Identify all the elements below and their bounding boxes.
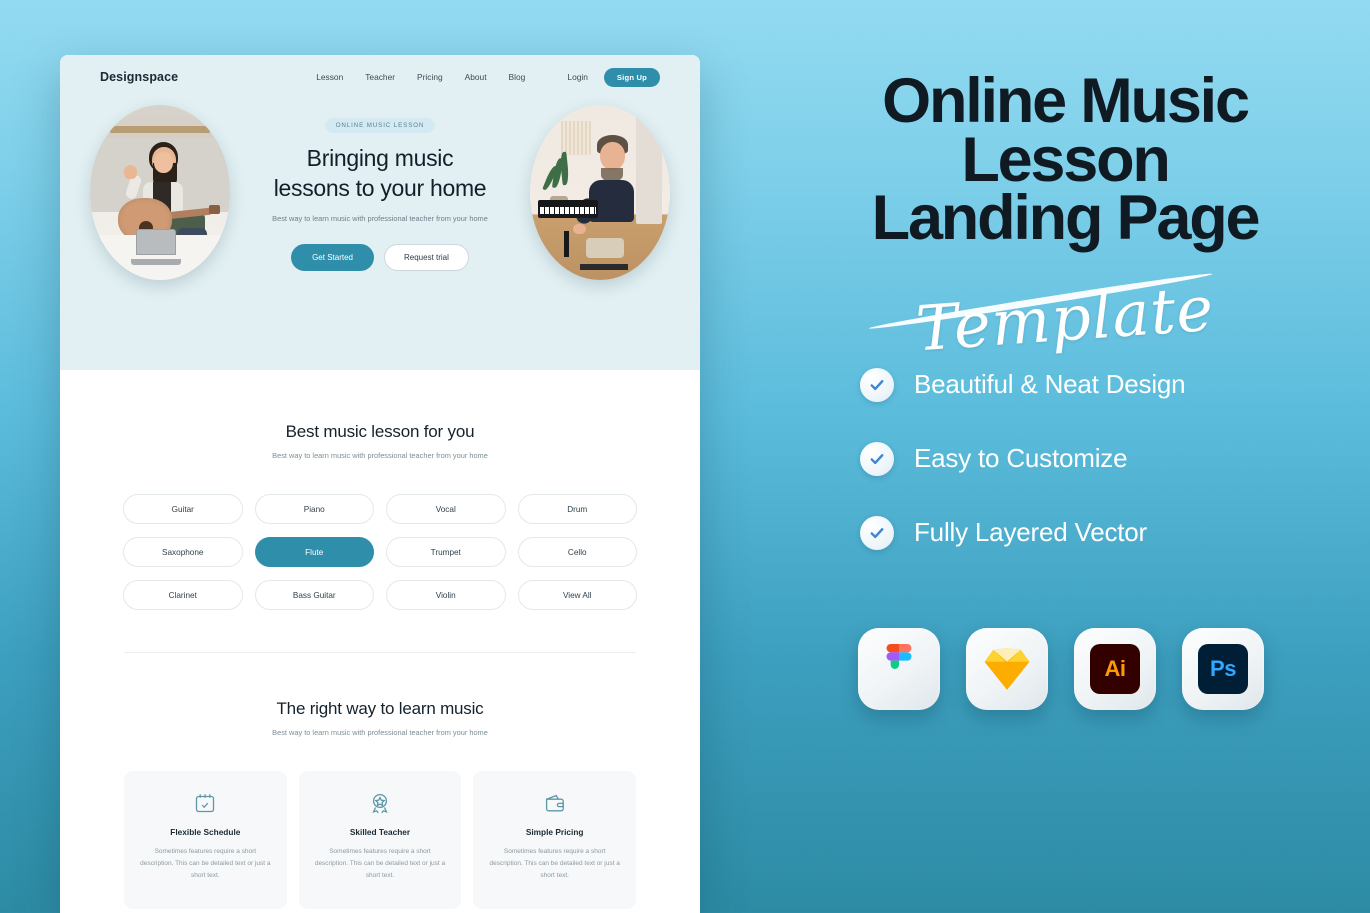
lesson-pill-vocal[interactable]: Vocal <box>386 494 506 524</box>
feature-card-skilled-teacher: Skilled Teacher Sometimes features requi… <box>298 771 462 909</box>
check-icon <box>860 515 894 550</box>
site-logo[interactable]: Designspace <box>100 70 178 84</box>
lesson-pill-clarinet[interactable]: Clarinet <box>123 580 243 610</box>
lesson-pill-view-all[interactable]: View All <box>517 580 637 610</box>
hero-subtitle: Best way to learn music with professiona… <box>272 213 488 223</box>
hero-title-line-1: Bringing music <box>306 145 454 172</box>
promo-panel: Online Music Lesson Landing Page Templat… <box>760 0 1370 913</box>
browser-mockup: Designspace Lesson Teacher Pricing About… <box>60 55 700 913</box>
hero-copy: ONLINE MUSIC LESSON Bringing music lesso… <box>246 114 514 271</box>
photoshop-label: Ps <box>1198 643 1248 694</box>
lesson-pill-guitar[interactable]: Guitar <box>123 494 243 524</box>
feature-card-desc: Sometimes features require a short descr… <box>489 848 620 880</box>
hero-title: Bringing music lessons to your home <box>246 144 514 203</box>
lesson-pill-flute[interactable]: Flute <box>254 537 374 567</box>
feature-card-title: Flexible Schedule <box>170 827 241 837</box>
check-icon <box>860 367 894 402</box>
navbar-actions: Login Sign Up <box>567 67 660 87</box>
wallet-icon <box>543 791 567 815</box>
hero-buttons: Get Started Request trial <box>246 243 514 271</box>
nav-item-lesson[interactable]: Lesson <box>316 72 343 82</box>
hero-content: ONLINE MUSIC LESSON Bringing music lesso… <box>60 105 700 280</box>
promo-bullet-list: Beautiful & Neat Design Easy to Customiz… <box>760 367 1370 550</box>
lesson-pill-drum[interactable]: Drum <box>517 494 637 524</box>
lesson-pill-grid: Guitar Piano Vocal Drum Saxophone Flute … <box>100 494 660 610</box>
sketch-icon <box>966 627 1048 710</box>
promo-bullet-label: Easy to Customize <box>914 443 1128 474</box>
promo-bullet-label: Beautiful & Neat Design <box>914 369 1186 400</box>
feature-card-title: Simple Pricing <box>525 827 584 837</box>
figma-icon <box>858 627 940 710</box>
feature-card-title: Skilled Teacher <box>349 827 411 837</box>
signup-button[interactable]: Sign Up <box>603 67 660 87</box>
lesson-pill-piano[interactable]: Piano <box>254 494 374 524</box>
illustrator-icon: Ai <box>1074 627 1156 710</box>
promo-script-word: Template <box>758 261 1370 376</box>
get-started-button[interactable]: Get Started <box>291 243 374 271</box>
promo-title-line-2: Lesson <box>961 124 1171 195</box>
app-icon-list: Ai Ps <box>760 627 1370 710</box>
feature-card-simple-pricing: Simple Pricing Sometimes features requir… <box>473 771 636 909</box>
promo-bullet-beautiful-neat-design: Beautiful & Neat Design <box>860 367 1370 402</box>
promo-bullet-label: Fully Layered Vector <box>914 517 1148 548</box>
features-subtitle: Best way to learn music with professiona… <box>272 728 488 737</box>
navbar: Designspace Lesson Teacher Pricing About… <box>60 55 700 99</box>
nav-links: Lesson Teacher Pricing About Blog <box>316 72 525 82</box>
lesson-pill-violin[interactable]: Violin <box>386 580 506 610</box>
hero-image-piano-teacher <box>530 105 670 280</box>
lessons-title: Best music lesson for you <box>285 422 475 441</box>
hero-title-line-2: lessons to your home <box>273 174 487 201</box>
lesson-pill-saxophone[interactable]: Saxophone <box>123 537 243 567</box>
request-trial-button[interactable]: Request trial <box>384 243 469 271</box>
login-link[interactable]: Login <box>567 72 588 82</box>
promo-bullet-easy-to-customize: Easy to Customize <box>860 441 1370 476</box>
promo-title: Online Music Lesson Landing Page <box>760 66 1370 254</box>
nav-item-teacher[interactable]: Teacher <box>365 72 395 82</box>
check-icon <box>860 441 894 476</box>
features-title: The right way to learn music <box>276 699 484 718</box>
nav-item-pricing[interactable]: Pricing <box>417 72 443 82</box>
lesson-pill-cello[interactable]: Cello <box>517 537 637 567</box>
nav-item-blog[interactable]: Blog <box>509 72 526 82</box>
hero-image-guitar-student <box>90 105 230 280</box>
lessons-subtitle: Best way to learn music with professiona… <box>272 451 488 460</box>
hero-section: Designspace Lesson Teacher Pricing About… <box>60 55 700 370</box>
award-badge-icon <box>368 791 392 815</box>
section-divider <box>124 652 636 653</box>
feature-card-desc: Sometimes features require a short descr… <box>314 848 446 880</box>
lesson-pill-trumpet[interactable]: Trumpet <box>386 537 506 567</box>
feature-card-desc: Sometimes features require a short descr… <box>140 848 271 880</box>
lesson-pill-bass-guitar[interactable]: Bass Guitar <box>254 580 374 610</box>
lessons-section: Best music lesson for you Best way to le… <box>60 422 700 653</box>
promo-bullet-fully-layered-vector: Fully Layered Vector <box>860 515 1370 550</box>
calendar-check-icon <box>193 791 217 815</box>
feature-card-flexible-schedule: Flexible Schedule Sometimes features req… <box>124 771 287 909</box>
hero-badge: ONLINE MUSIC LESSON <box>324 118 436 134</box>
promo-title-line-1: Online Music <box>882 66 1250 136</box>
features-section: The right way to learn music Best way to… <box>60 699 700 909</box>
photoshop-icon: Ps <box>1182 627 1264 710</box>
promo-title-line-3: Landing Page <box>871 183 1261 254</box>
feature-card-list: Flexible Schedule Sometimes features req… <box>100 771 660 909</box>
nav-item-about[interactable]: About <box>465 72 487 82</box>
illustrator-label: Ai <box>1090 643 1140 694</box>
